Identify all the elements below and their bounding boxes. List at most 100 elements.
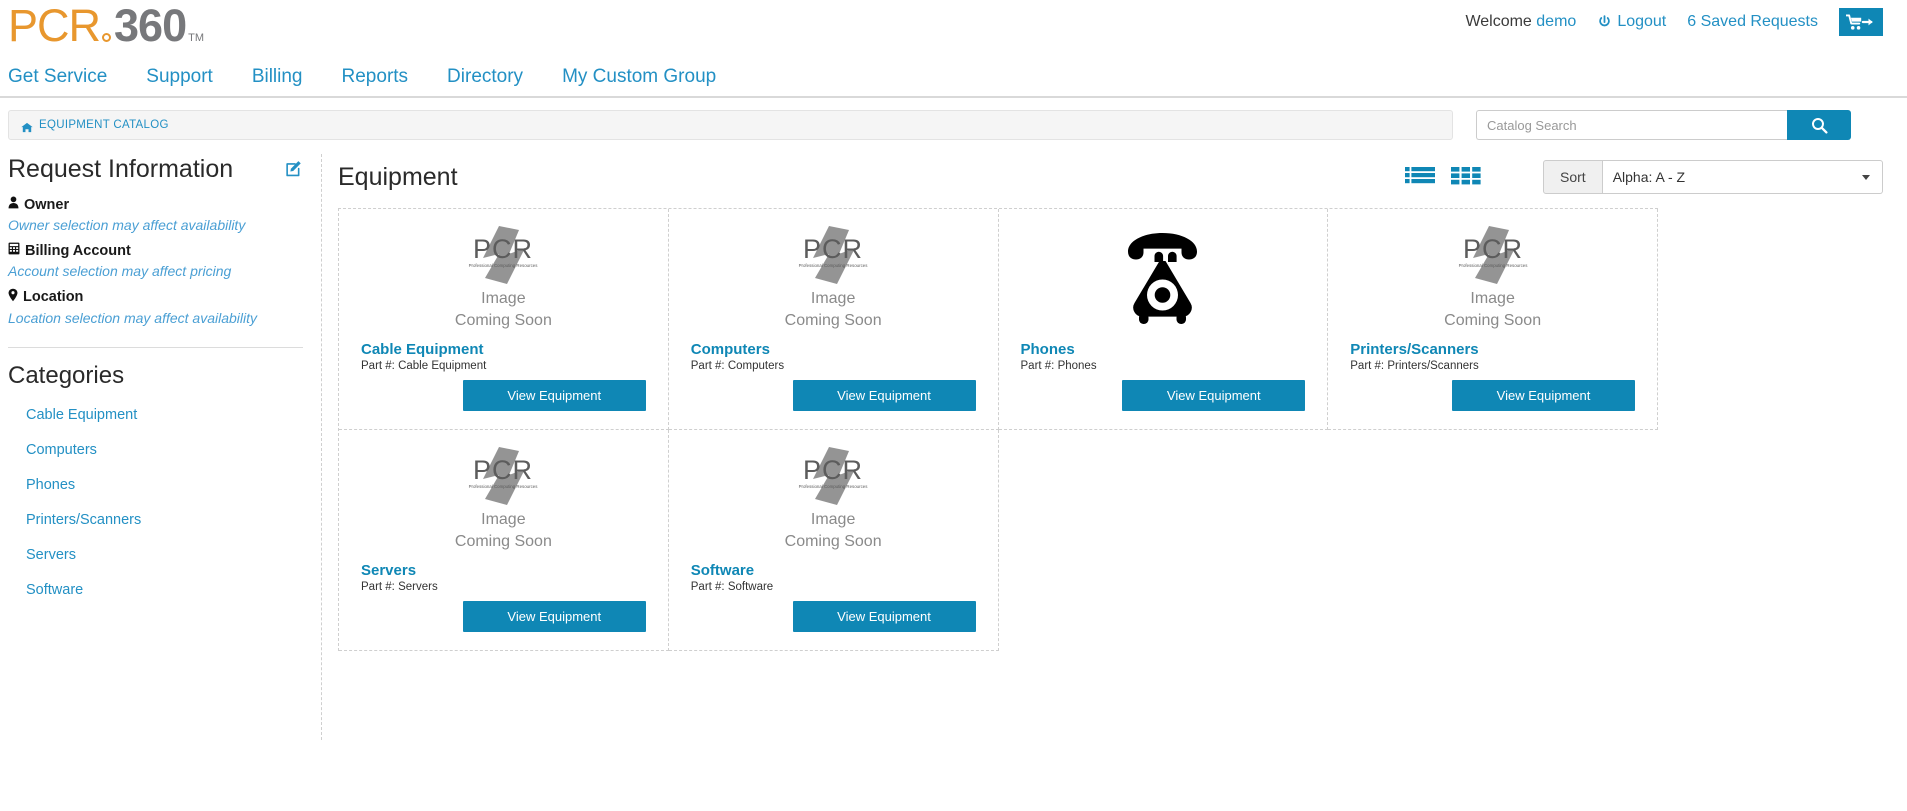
view-equipment-button[interactable]: View Equipment — [793, 380, 976, 411]
edit-pencil-icon — [286, 160, 303, 177]
card-title-link[interactable]: Software — [691, 562, 976, 579]
list-item: Cable Equipment — [8, 406, 303, 424]
sort-label: Sort — [1543, 160, 1603, 194]
nav-item-my-custom-group[interactable]: My Custom Group — [562, 66, 735, 88]
logout-link[interactable]: Logout — [1597, 13, 1666, 31]
sidebar-item-computers[interactable]: Computers — [26, 442, 97, 458]
list-view-icon — [1405, 166, 1435, 189]
card-actions: View Equipment — [1350, 380, 1635, 411]
field-label-billing-account-text: Billing Account — [25, 243, 131, 259]
equipment-card: PCR Professional Computing Resources Ima… — [339, 430, 669, 651]
image-placeholder-line2: Coming Soon — [785, 312, 882, 330]
pcr-placeholder-logo-icon: PCR Professional Computing Resources — [785, 224, 881, 286]
welcome-message: Welcome demo — [1465, 13, 1576, 31]
nav-item-get-service[interactable]: Get Service — [8, 66, 126, 88]
saved-requests-label: 6 Saved Requests — [1687, 13, 1818, 31]
card-title-link[interactable]: Phones — [1021, 341, 1306, 358]
nav-item-directory[interactable]: Directory — [447, 66, 542, 88]
card-title-link[interactable]: Servers — [361, 562, 646, 579]
equipment-card: PCR Professional Computing Resources Ima… — [669, 209, 999, 430]
view-equipment-button[interactable]: View Equipment — [793, 601, 976, 632]
card-part-number: Part #: Printers/Scanners — [1350, 360, 1635, 372]
card-part-number: Part #: Software — [691, 581, 976, 593]
field-label-owner-text: Owner — [24, 197, 69, 213]
request-information-header: Request Information — [8, 154, 303, 190]
card-actions: View Equipment — [691, 601, 976, 632]
image-placeholder-line1: Image — [811, 290, 855, 308]
svg-text:PCR: PCR — [1463, 234, 1523, 264]
list-item: Servers — [8, 546, 303, 564]
edit-request-information-button[interactable] — [286, 160, 303, 180]
field-label-billing-account: Billing Account — [8, 242, 303, 259]
saved-requests-link[interactable]: 6 Saved Requests — [1687, 13, 1818, 31]
image-coming-soon-placeholder: PCR Professional Computing Resources Ima… — [785, 445, 882, 552]
sidebar-item-software[interactable]: Software — [26, 582, 83, 598]
image-placeholder-line2: Coming Soon — [785, 533, 882, 551]
card-title-link[interactable]: Computers — [691, 341, 976, 358]
sidebar-item-phones[interactable]: Phones — [26, 477, 75, 493]
breadcrumb-item-equipment-catalog[interactable]: EQUIPMENT CATALOG — [39, 119, 169, 131]
svg-text:PCR: PCR — [803, 455, 863, 485]
search-button[interactable] — [1787, 110, 1851, 140]
image-placeholder-line1: Image — [811, 511, 855, 529]
map-pin-icon — [8, 288, 18, 306]
equipment-card: PCR Professional Computing Resources Ima… — [339, 209, 669, 430]
content-header: Equipment — [338, 154, 1883, 200]
card-title-link[interactable]: Printers/Scanners — [1350, 341, 1635, 358]
svg-text:Professional Computing Resourc: Professional Computing Resources — [469, 263, 539, 268]
field-hint-owner: Owner selection may affect availability — [8, 215, 303, 236]
site-logo[interactable]: PCR 360 TM — [8, 3, 204, 48]
view-equipment-button[interactable]: View Equipment — [1452, 380, 1635, 411]
sidebar-item-servers[interactable]: Servers — [26, 547, 76, 563]
field-hint-billing-account: Account selection may affect pricing — [8, 261, 303, 282]
image-placeholder-line2: Coming Soon — [455, 312, 552, 330]
image-placeholder-line2: Coming Soon — [1444, 312, 1541, 330]
pcr-placeholder-logo-icon: PCR Professional Computing Resources — [1445, 224, 1541, 286]
nav-item-support[interactable]: Support — [146, 66, 232, 88]
list-item: Phones — [8, 476, 303, 494]
logout-label: Logout — [1617, 13, 1666, 31]
card-actions: View Equipment — [1021, 380, 1306, 411]
grid-view-icon — [1451, 166, 1481, 189]
calculator-icon — [8, 242, 20, 259]
grid-empty-cell — [1328, 430, 1658, 651]
list-item: Software — [8, 581, 303, 599]
sort-select[interactable]: Alpha: A - Z — [1603, 160, 1883, 194]
card-title-link[interactable]: Cable Equipment — [361, 341, 646, 358]
header-utility-bar: Welcome demo Logout 6 Saved Requests — [1465, 8, 1883, 36]
field-label-location: Location — [8, 288, 303, 306]
view-equipment-button[interactable]: View Equipment — [463, 380, 646, 411]
nav-item-billing[interactable]: Billing — [252, 66, 322, 88]
equipment-card: PCR Professional Computing Resources Ima… — [669, 430, 999, 651]
pcr-placeholder-logo-icon: PCR Professional Computing Resources — [785, 445, 881, 507]
main-navigation: Get Service Support Billing Reports Dire… — [0, 58, 1907, 98]
sidebar-item-cable-equipment[interactable]: Cable Equipment — [26, 407, 137, 423]
sidebar-item-printers-scanners[interactable]: Printers/Scanners — [26, 512, 141, 528]
field-label-location-text: Location — [23, 289, 83, 305]
svg-text:PCR: PCR — [473, 234, 533, 264]
list-item: Printers/Scanners — [8, 511, 303, 529]
sort-control: Sort Alpha: A - Z — [1543, 160, 1883, 194]
card-image: PCR Professional Computing Resources Ima… — [361, 223, 646, 331]
svg-text:Professional Computing Resourc: Professional Computing Resources — [1458, 263, 1528, 268]
cart-button[interactable] — [1839, 8, 1883, 36]
view-equipment-button[interactable]: View Equipment — [1122, 380, 1305, 411]
equipment-title: Equipment — [338, 163, 1405, 192]
categories-title: Categories — [8, 362, 303, 390]
list-item: Computers — [8, 441, 303, 459]
page-body: Request Information Owner Owner selectio… — [0, 140, 1907, 740]
view-equipment-button[interactable]: View Equipment — [463, 601, 646, 632]
image-coming-soon-placeholder: PCR Professional Computing Resources Ima… — [455, 224, 552, 331]
search-input[interactable] — [1476, 110, 1787, 140]
grid-view-button[interactable] — [1451, 166, 1481, 189]
list-view-button[interactable] — [1405, 166, 1435, 189]
top-header: PCR 360 TM Welcome demo Logout 6 Saved R… — [0, 0, 1907, 58]
svg-text:PCR: PCR — [803, 234, 863, 264]
image-coming-soon-placeholder: PCR Professional Computing Resources Ima… — [1444, 224, 1541, 331]
logo-360-text: 360 — [114, 3, 186, 48]
logo-trademark-text: TM — [188, 32, 204, 48]
nav-item-reports[interactable]: Reports — [342, 66, 428, 88]
categories-list: Cable Equipment Computers Phones Printer… — [8, 406, 303, 599]
grid-empty-cell — [999, 430, 1329, 651]
sidebar: Request Information Owner Owner selectio… — [0, 154, 322, 740]
